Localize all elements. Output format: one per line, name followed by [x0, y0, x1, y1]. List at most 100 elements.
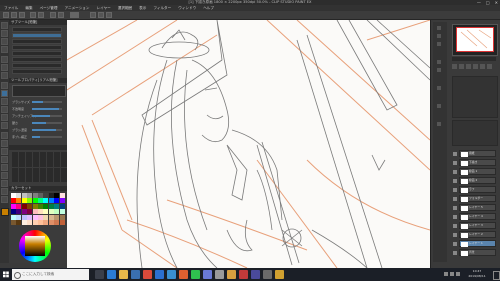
- color-swatch[interactable]: [27, 209, 33, 215]
- music-icon[interactable]: [239, 270, 248, 279]
- color-swatch[interactable]: [21, 219, 27, 225]
- color-swatch[interactable]: [48, 219, 54, 225]
- clock-date[interactable]: 2019/08/11: [464, 274, 490, 279]
- figure-tool-icon[interactable]: [1, 156, 8, 163]
- notification-icon[interactable]: [493, 271, 500, 280]
- eye-icon[interactable]: [453, 179, 457, 183]
- zoom-tool-icon[interactable]: [1, 22, 8, 29]
- new-file-icon[interactable]: [3, 12, 9, 18]
- snap-grid-icon[interactable]: [98, 12, 104, 18]
- snap-ruler-icon[interactable]: [90, 12, 96, 18]
- color-picker-square[interactable]: [25, 236, 45, 256]
- selection-tool-icon[interactable]: [1, 56, 8, 63]
- move-tool-icon[interactable]: [1, 30, 8, 37]
- redo-icon[interactable]: [38, 12, 44, 18]
- size-chip[interactable]: [12, 152, 18, 167]
- eye-icon[interactable]: [453, 251, 457, 255]
- layer-row[interactable]: 用紙: [453, 150, 496, 157]
- color-swatch[interactable]: [11, 209, 16, 215]
- color-swatch[interactable]: [27, 219, 33, 225]
- color-swatch[interactable]: [54, 219, 60, 225]
- prop-stabilization[interactable]: 手ブレ補正: [12, 135, 64, 139]
- zoom-slider[interactable]: [452, 57, 496, 61]
- ruler-tool-icon[interactable]: [1, 172, 8, 179]
- size-chip[interactable]: [33, 152, 39, 167]
- subtool-item[interactable]: [12, 27, 62, 32]
- eye-icon[interactable]: [453, 233, 457, 237]
- folder-icon[interactable]: [275, 270, 284, 279]
- size-chip[interactable]: [19, 167, 25, 182]
- info-icon[interactable]: [437, 42, 441, 46]
- color-swatch[interactable]: [43, 219, 49, 225]
- layer-row[interactable]: レイヤー 5: [453, 204, 496, 211]
- color-swatch[interactable]: [27, 214, 33, 220]
- chrome-icon[interactable]: [143, 270, 152, 279]
- prop-density[interactable]: ブラシ濃度: [12, 128, 64, 132]
- prop-hardness[interactable]: 硬さ: [12, 121, 64, 125]
- size-chip[interactable]: [26, 167, 32, 182]
- color-swatch[interactable]: [11, 203, 16, 209]
- color-swatch[interactable]: [54, 214, 60, 220]
- color-swatch[interactable]: [32, 214, 38, 220]
- operation-tool-icon[interactable]: [1, 38, 8, 45]
- task-view-icon[interactable]: [95, 270, 104, 279]
- snap-special-icon[interactable]: [106, 12, 112, 18]
- material-icon[interactable]: [437, 86, 441, 90]
- store-icon[interactable]: [131, 270, 140, 279]
- color-swatch[interactable]: [11, 219, 16, 225]
- main-color-icon[interactable]: [1, 208, 9, 216]
- prop-opacity[interactable]: 不透明度: [12, 107, 64, 111]
- blend-tool-icon[interactable]: [1, 132, 8, 139]
- transform-icon[interactable]: [58, 12, 64, 18]
- size-chip[interactable]: [26, 152, 32, 167]
- color-swatch[interactable]: [16, 193, 22, 198]
- layer-row[interactable]: レイヤー 2: [453, 231, 496, 238]
- game-icon[interactable]: [251, 270, 260, 279]
- color-swatch[interactable]: [37, 209, 43, 215]
- network-icon[interactable]: [444, 272, 448, 276]
- search-layer-icon[interactable]: [437, 68, 441, 72]
- subtool-item[interactable]: [12, 51, 62, 56]
- size-chip[interactable]: [33, 167, 39, 182]
- subtool-item[interactable]: [12, 45, 62, 50]
- color-swatch[interactable]: [16, 203, 22, 209]
- eye-icon[interactable]: [453, 152, 457, 156]
- eye-icon[interactable]: [453, 197, 457, 201]
- color-swatch[interactable]: [59, 214, 65, 220]
- eye-icon[interactable]: [453, 161, 457, 165]
- size-chip[interactable]: [40, 152, 46, 167]
- eye-icon[interactable]: [453, 188, 457, 192]
- eraser-tool-icon[interactable]: [1, 122, 8, 129]
- auto-select-tool-icon[interactable]: [1, 64, 8, 71]
- color-swatch[interactable]: [16, 198, 22, 204]
- subtool-item[interactable]: [12, 33, 62, 38]
- volume-icon[interactable]: [450, 272, 454, 276]
- color-swatch[interactable]: [21, 209, 27, 215]
- color-swatch[interactable]: [54, 193, 60, 198]
- layer-row[interactable]: レイヤー 4: [453, 213, 496, 220]
- mail-icon[interactable]: [155, 270, 164, 279]
- settings-icon[interactable]: [263, 270, 272, 279]
- color-swatch[interactable]: [27, 203, 33, 209]
- color-swatch[interactable]: [59, 198, 65, 204]
- navigator-preview[interactable]: [456, 27, 494, 52]
- open-file-icon[interactable]: [11, 12, 17, 18]
- fill-tool-icon[interactable]: [1, 140, 8, 147]
- color-swatch[interactable]: [16, 209, 22, 215]
- ime-icon[interactable]: [456, 272, 460, 276]
- color-swatch[interactable]: [11, 214, 16, 220]
- undo-icon[interactable]: [30, 12, 36, 18]
- size-chip[interactable]: [19, 152, 25, 167]
- color-swatch[interactable]: [59, 219, 65, 225]
- discord-icon[interactable]: [203, 270, 212, 279]
- eye-icon[interactable]: [453, 170, 457, 174]
- subtool-item[interactable]: [12, 39, 62, 44]
- eyedropper-tool-icon[interactable]: [1, 72, 8, 79]
- layer-row[interactable]: 背景: [453, 249, 496, 256]
- color-swatch[interactable]: [37, 203, 43, 209]
- rotate-left-icon[interactable]: [473, 64, 478, 69]
- size-chip[interactable]: [54, 152, 60, 167]
- color-swatch[interactable]: [11, 193, 16, 198]
- color-swatch[interactable]: [48, 209, 54, 215]
- eye-icon[interactable]: [453, 215, 457, 219]
